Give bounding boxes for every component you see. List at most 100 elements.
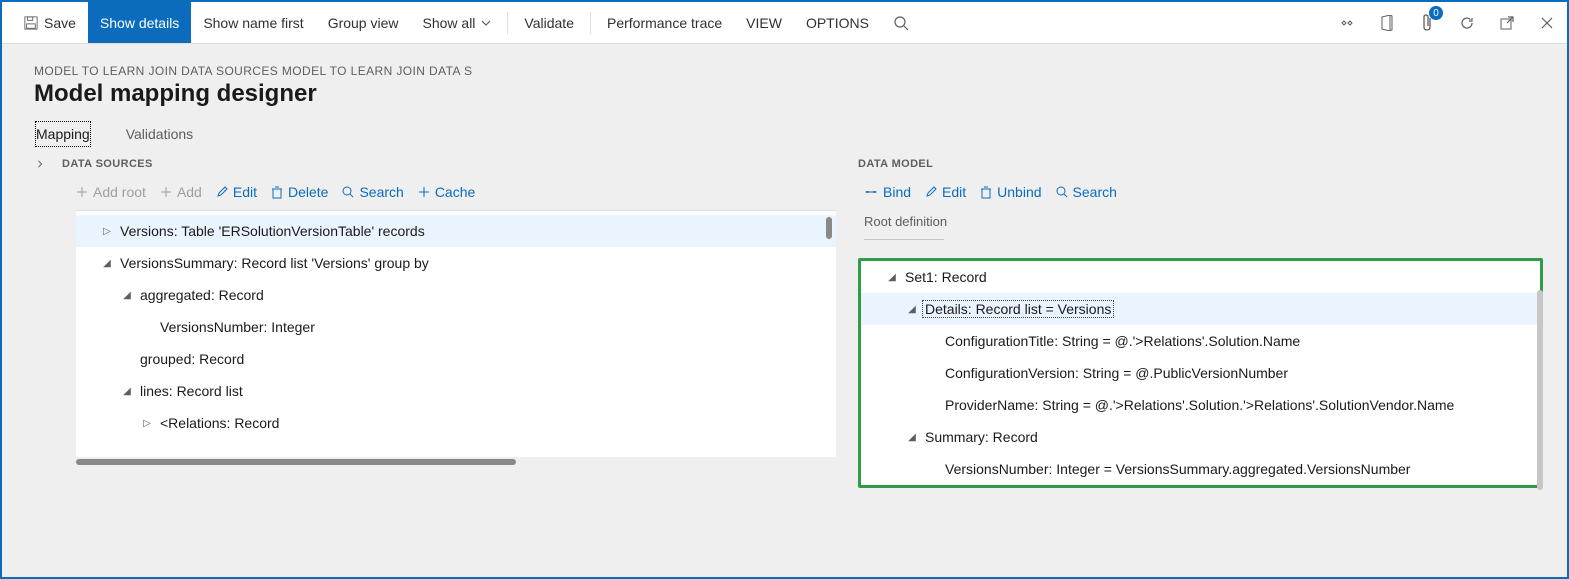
tree-node-versions-number[interactable]: VersionsNumber: Integer: [76, 311, 836, 343]
data-sources-tree: ▷ Versions: Table 'ERSolutionVersionTable…: [76, 210, 836, 457]
add-root-button[interactable]: Add root: [76, 184, 146, 200]
data-model-title: DATA MODEL: [858, 158, 933, 170]
edit-label: Edit: [942, 184, 966, 200]
cache-label: Cache: [435, 184, 475, 200]
show-details-label: Show details: [100, 15, 179, 31]
tree-node-configuration-title[interactable]: ConfigurationTitle: String = @.'>Relatio…: [861, 325, 1540, 357]
save-label: Save: [44, 15, 76, 31]
toolbar: Save Show details Show name first Group …: [2, 2, 1567, 44]
add-button[interactable]: Add: [160, 184, 202, 200]
edit-button[interactable]: Edit: [216, 184, 257, 200]
tree-node-label: VersionsSummary: Record list 'Versions' …: [120, 255, 429, 271]
plus-icon: [418, 186, 430, 198]
toolbar-right: 0: [1327, 2, 1567, 43]
attachments-badge: 0: [1429, 6, 1443, 20]
performance-trace-label: Performance trace: [607, 15, 722, 31]
search-button[interactable]: Search: [1056, 184, 1117, 200]
tree-node-details[interactable]: ◢ Details: Record list = Versions: [861, 293, 1540, 325]
trash-icon: [980, 186, 992, 199]
view-button[interactable]: VIEW: [734, 2, 794, 43]
popout-button[interactable]: [1487, 2, 1527, 43]
vertical-scrollbar[interactable]: [1537, 290, 1543, 490]
bind-button[interactable]: Bind: [864, 184, 911, 200]
attachments-button[interactable]: 0: [1407, 2, 1447, 43]
tree-node-label: aggregated: Record: [140, 287, 264, 303]
expand-icon[interactable]: ▷: [140, 418, 154, 429]
tree-node-versions[interactable]: ▷ Versions: Table 'ERSolutionVersionTable…: [76, 215, 836, 247]
collapse-icon[interactable]: ◢: [905, 432, 919, 443]
pencil-icon: [925, 186, 937, 198]
refresh-button[interactable]: [1447, 2, 1487, 43]
search-toolbar-button[interactable]: [881, 2, 921, 43]
show-name-first-button[interactable]: Show name first: [191, 2, 315, 43]
options-label: OPTIONS: [806, 15, 869, 31]
tree-node-label: Versions: Table 'ERSolutionVersionTable'…: [120, 223, 425, 239]
delete-label: Delete: [288, 184, 328, 200]
tab-mapping[interactable]: Mapping: [34, 120, 92, 148]
collapse-icon[interactable]: ◢: [120, 386, 134, 397]
link-icon: [864, 187, 878, 197]
search-button[interactable]: Search: [342, 184, 403, 200]
pencil-icon: [216, 186, 228, 198]
horizontal-scrollbar-track[interactable]: [76, 457, 836, 467]
collapse-icon[interactable]: ◢: [885, 272, 899, 283]
tab-validations[interactable]: Validations: [124, 120, 195, 148]
search-icon: [893, 15, 909, 31]
unbind-button[interactable]: Unbind: [980, 184, 1041, 200]
data-model-tree: ◢Set1: Record ◢ Details: Record list = Ve…: [858, 258, 1543, 488]
validate-label: Validate: [524, 15, 574, 31]
plus-icon: [160, 186, 172, 198]
tree-node-versions-summary[interactable]: ◢ VersionsSummary: Record list 'Versions'…: [76, 247, 836, 279]
toolbar-separator: [590, 12, 591, 34]
root-definition-label: Root definition: [864, 214, 1543, 229]
link-indicator-button[interactable]: [1327, 2, 1367, 43]
office-button[interactable]: [1367, 2, 1407, 43]
content: DATA SOURCES Add root Add Edit Delete: [2, 148, 1567, 577]
show-all-button[interactable]: Show all: [411, 2, 504, 43]
save-button[interactable]: Save: [12, 2, 88, 43]
tree-node-provider-name[interactable]: ProviderName: String = @.'>Relations'.So…: [861, 389, 1540, 421]
tree-node-label: ProviderName: String = @.'>Relations'.So…: [945, 397, 1454, 413]
collapse-icon[interactable]: ◢: [905, 304, 919, 315]
tree-node-lines[interactable]: ◢ lines: Record list: [76, 375, 836, 407]
tree-node-label: lines: Record list: [140, 383, 243, 399]
horizontal-scrollbar-thumb[interactable]: [76, 459, 516, 465]
toolbar-separator: [507, 12, 508, 34]
data-sources-title: DATA SOURCES: [62, 158, 153, 170]
tree-node-grouped[interactable]: grouped: Record: [76, 343, 836, 375]
tabs: Mapping Validations: [2, 120, 1567, 148]
show-all-label: Show all: [423, 15, 476, 31]
search-icon: [342, 186, 354, 198]
tree-node-aggregated[interactable]: ◢ aggregated: Record: [76, 279, 836, 311]
tree-node-summary[interactable]: ◢Summary: Record: [861, 421, 1540, 453]
tree-node-label: grouped: Record: [140, 351, 244, 367]
show-details-button[interactable]: Show details: [88, 2, 191, 43]
data-model-actions: Bind Edit Unbind Search: [858, 178, 1543, 210]
data-sources-actions: Add root Add Edit Delete Search: [36, 178, 836, 210]
close-button[interactable]: [1527, 2, 1567, 43]
tree-node-label: VersionsNumber: Integer: [160, 319, 315, 335]
tree-node-label: Details: Record list = Versions: [923, 301, 1113, 317]
options-button[interactable]: OPTIONS: [794, 2, 881, 43]
performance-trace-button[interactable]: Performance trace: [595, 2, 734, 43]
edit-button[interactable]: Edit: [925, 184, 966, 200]
tree-node-versions-number[interactable]: VersionsNumber: Integer = VersionsSummar…: [861, 453, 1540, 485]
tree-node-relations[interactable]: ▷ <Relations: Record: [76, 407, 836, 439]
validate-button[interactable]: Validate: [512, 2, 586, 43]
group-view-button[interactable]: Group view: [316, 2, 411, 43]
save-icon: [24, 16, 38, 30]
tree-node-label: <Relations: Record: [160, 415, 279, 431]
close-icon: [1540, 16, 1554, 30]
collapse-panel-icon[interactable]: [36, 160, 44, 168]
vertical-scrollbar[interactable]: [826, 217, 832, 239]
plus-icon: [76, 186, 88, 198]
tree-node-configuration-version[interactable]: ConfigurationVersion: String = @.PublicV…: [861, 357, 1540, 389]
delete-button[interactable]: Delete: [271, 184, 328, 200]
expand-icon[interactable]: ▷: [100, 226, 114, 237]
app-window: Save Show details Show name first Group …: [0, 0, 1569, 579]
cache-button[interactable]: Cache: [418, 184, 475, 200]
collapse-icon[interactable]: ◢: [100, 258, 114, 269]
collapse-icon[interactable]: ◢: [120, 290, 134, 301]
tree-node-set1[interactable]: ◢Set1: Record: [861, 261, 1540, 293]
popout-icon: [1499, 15, 1515, 31]
